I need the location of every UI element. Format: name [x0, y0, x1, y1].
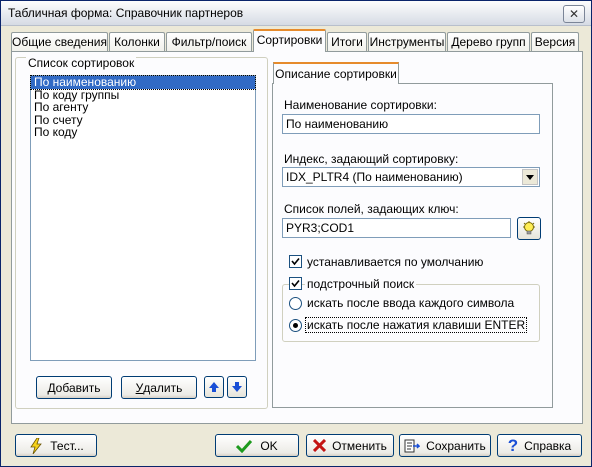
save-button[interactable]: Сохранить	[399, 434, 491, 457]
test-button[interactable]: Тест...	[15, 434, 97, 457]
delete-button-hotkey: У	[135, 380, 144, 395]
arrow-up-icon	[209, 382, 219, 392]
substring-search-group	[282, 284, 540, 342]
add-button-hotkey: Д	[47, 380, 56, 395]
save-button-label: Сохранить	[426, 438, 486, 453]
tab-sortings[interactable]: Сортировки	[253, 29, 326, 52]
tab-general[interactable]: Общие сведения	[11, 32, 108, 52]
add-button-label: обавить	[55, 380, 101, 395]
tab-group-tree[interactable]: Дерево групп	[447, 32, 530, 52]
default-checkbox[interactable]	[289, 255, 302, 268]
index-label: Индекс, задающий сортировку:	[284, 152, 459, 166]
tab-sort-description[interactable]: Описание сортировки	[273, 62, 399, 84]
list-item[interactable]: По наименованию	[30, 75, 256, 90]
cancel-x-icon	[313, 439, 327, 452]
help-button[interactable]: ? Справка	[497, 434, 582, 457]
close-button[interactable]: ✕	[563, 5, 585, 23]
key-fields-label: Список полей, задающих ключ:	[284, 202, 459, 216]
tab-columns[interactable]: Колонки	[109, 32, 165, 52]
title-bar[interactable]: Табличная форма: Справочник партнеров ✕	[1, 1, 591, 26]
key-fields-builder-button[interactable]	[517, 217, 541, 240]
tab-filter-search[interactable]: Фильтр/поиск	[166, 32, 252, 52]
tab-totals[interactable]: Итоги	[327, 32, 367, 52]
close-icon: ✕	[568, 7, 580, 21]
sort-name-field[interactable]: По наименованию	[282, 114, 540, 134]
lightbulb-icon	[523, 220, 535, 234]
sort-name-label: Наименование сортировки:	[284, 98, 437, 112]
help-question-icon: ?	[507, 435, 519, 455]
checkmark-icon	[236, 439, 253, 453]
add-button[interactable]: Добавить	[36, 376, 112, 399]
list-item[interactable]: По агенту	[31, 101, 255, 114]
list-item[interactable]: По коду	[31, 126, 255, 139]
key-fields-field[interactable]: PYR3;COD1	[282, 218, 511, 238]
substring-search-checkbox[interactable]	[289, 277, 302, 290]
checkmark-icon	[291, 257, 300, 266]
index-select[interactable]: IDX_PLTR4 (По наименованию)	[282, 167, 540, 187]
tab-tools[interactable]: Инструменты	[368, 32, 446, 52]
radio-after-enter-label: искать после нажатия клавиши ENTER	[304, 317, 528, 333]
substring-search-label: подстрочный поиск	[305, 277, 417, 291]
help-button-label: Справка	[524, 438, 572, 453]
ok-button[interactable]: OK	[215, 434, 299, 457]
dialog-window: Табличная форма: Справочник партнеров ✕ …	[0, 0, 592, 467]
test-button-label: Тест...	[50, 438, 84, 453]
tab-version[interactable]: Версия	[531, 32, 579, 52]
move-down-button[interactable]	[227, 376, 247, 398]
chevron-down-icon[interactable]	[522, 169, 538, 185]
default-checkbox-label: устанавливается по умолчанию	[307, 255, 484, 269]
index-select-value: IDX_PLTR4 (По наименованию)	[286, 170, 463, 184]
save-document-icon	[404, 439, 421, 452]
checkmark-icon	[291, 279, 300, 288]
delete-button[interactable]: Удалить	[121, 376, 197, 399]
sort-listbox[interactable]: По наименованию По коду группы По агенту…	[30, 75, 256, 361]
sort-list-legend: Список сортировок	[26, 56, 137, 70]
radio-each-char-label: искать после ввода каждого символа	[307, 296, 515, 310]
radio-after-enter[interactable]	[289, 319, 302, 332]
delete-button-label: далить	[143, 380, 183, 395]
ok-button-label: OK	[260, 438, 278, 453]
radio-each-char[interactable]	[289, 297, 302, 310]
lightning-icon	[30, 437, 43, 454]
arrow-down-icon	[232, 382, 242, 392]
cancel-button-label: Отменить	[332, 438, 387, 453]
cancel-button[interactable]: Отменить	[306, 434, 394, 457]
window-title: Табличная форма: Справочник партнеров	[8, 6, 244, 20]
move-up-button[interactable]	[204, 376, 224, 398]
